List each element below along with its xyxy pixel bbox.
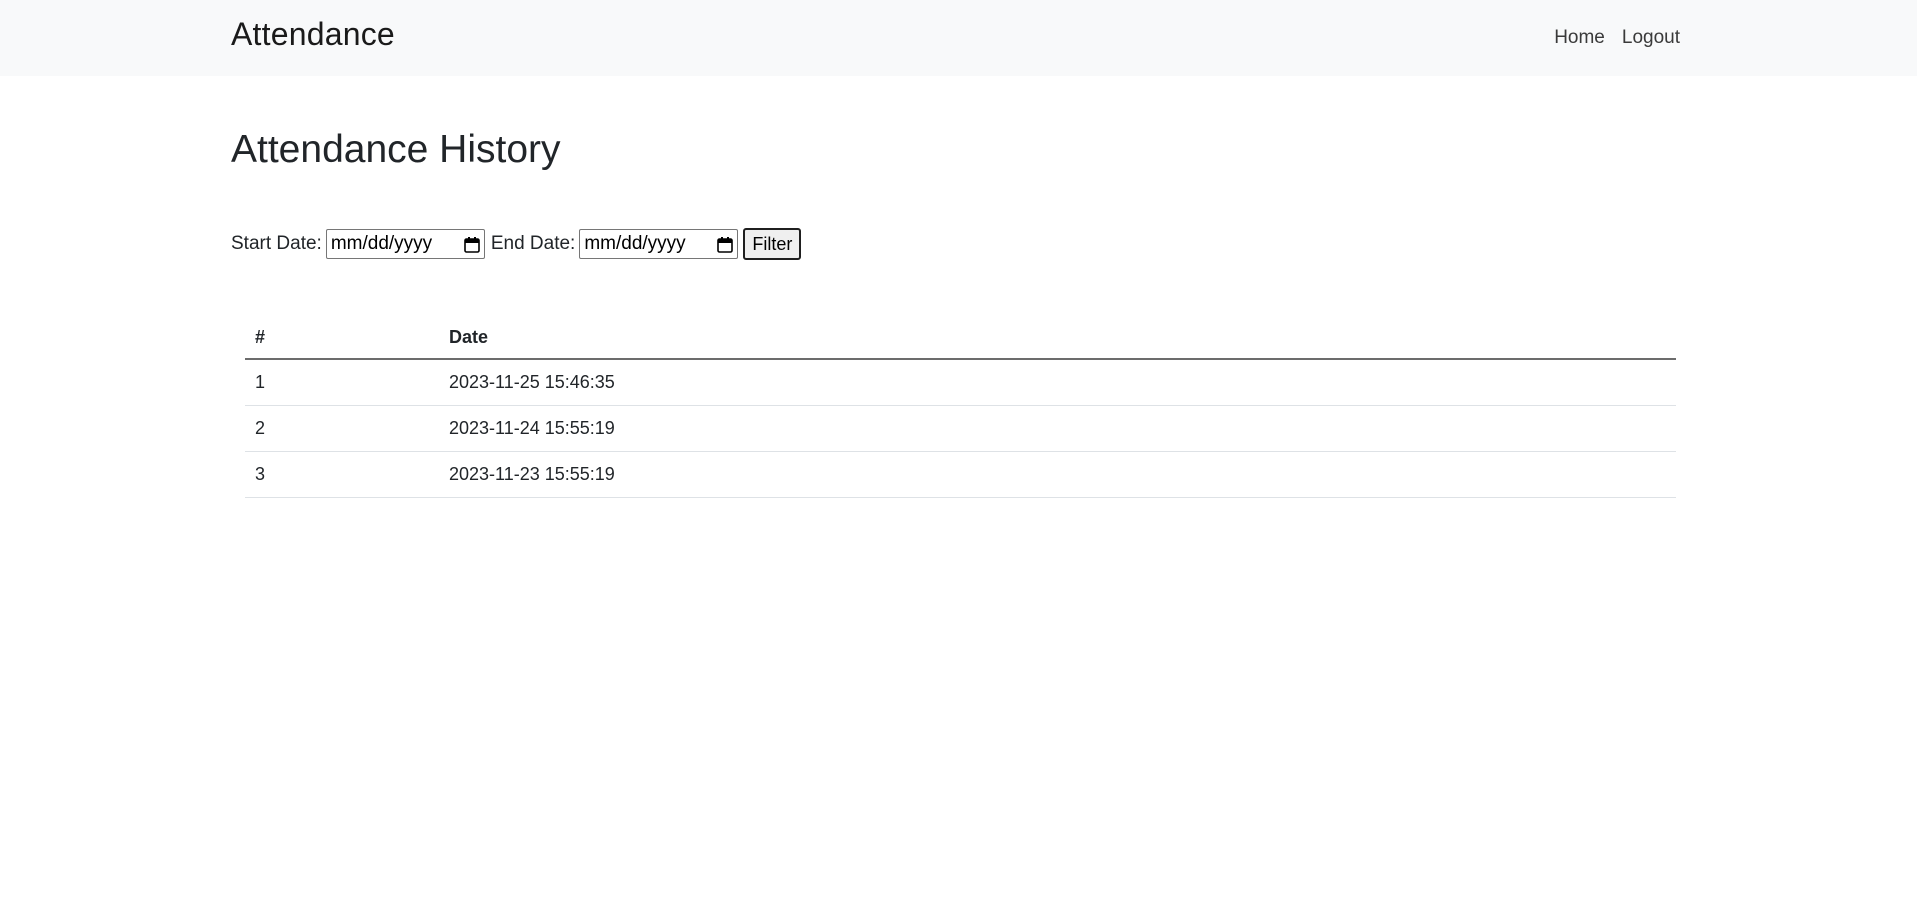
end-date-label: End Date: (490, 233, 576, 254)
attendance-table-container: # Date 1 2023-11-25 15:46:35 2 2023-11-2… (245, 316, 1676, 498)
page-title: Attendance History (231, 128, 561, 171)
row-number: 3 (245, 451, 439, 498)
calendar-icon[interactable] (464, 236, 480, 253)
header-number: # (245, 316, 439, 360)
header-date: Date (439, 316, 1676, 360)
row-date: 2023-11-25 15:46:35 (439, 359, 1676, 406)
start-date-value: mm/dd/yyyy (330, 233, 433, 254)
nav-link-logout[interactable]: Logout (1622, 27, 1680, 49)
row-number: 2 (245, 405, 439, 452)
row-date: 2023-11-24 15:55:19 (439, 405, 1676, 452)
start-date-label: Start Date: (231, 233, 322, 254)
nav-link-home[interactable]: Home (1554, 27, 1605, 49)
row-date: 2023-11-23 15:55:19 (439, 451, 1676, 498)
nav-links: Home Logout (1554, 27, 1680, 49)
table-row: 3 2023-11-23 15:55:19 (245, 451, 1676, 498)
filter-button[interactable]: Filter (743, 228, 802, 260)
end-date-input[interactable]: mm/dd/yyyy (579, 229, 739, 259)
table-row: 2 2023-11-24 15:55:19 (245, 405, 1676, 452)
navbar: Attendance Home Logout (0, 0, 1917, 76)
start-date-input[interactable]: mm/dd/yyyy (325, 229, 485, 259)
attendance-table: # Date 1 2023-11-25 15:46:35 2 2023-11-2… (245, 316, 1676, 498)
end-date-value: mm/dd/yyyy (584, 233, 686, 254)
table-header-row: # Date (245, 316, 1676, 360)
filter-form: Start Date: mm/dd/yyyy End Date: mm/dd/y… (231, 228, 802, 260)
calendar-icon[interactable] (717, 236, 734, 253)
brand-link[interactable]: Attendance (231, 16, 395, 53)
table-row: 1 2023-11-25 15:46:35 (245, 359, 1676, 406)
row-number: 1 (245, 359, 439, 406)
